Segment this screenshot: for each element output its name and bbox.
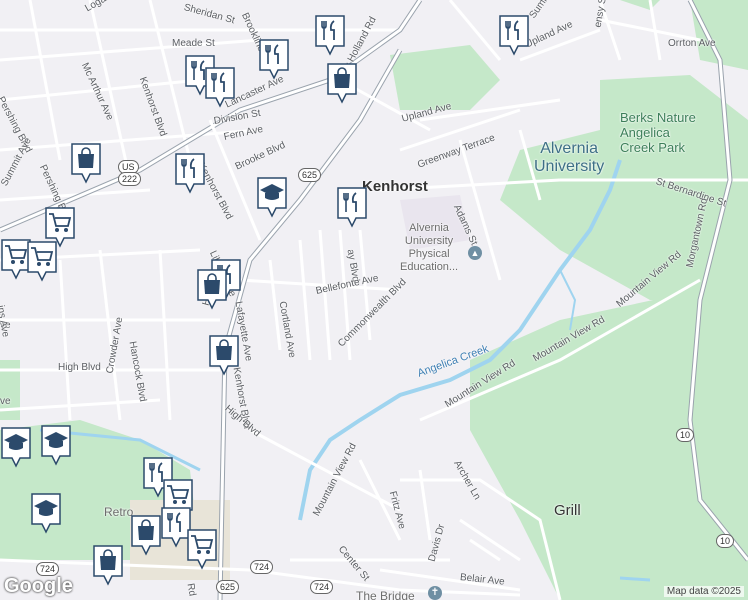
school-marker[interactable] bbox=[40, 424, 72, 466]
restaurant-marker[interactable] bbox=[498, 14, 530, 56]
school-marker[interactable] bbox=[0, 426, 32, 468]
route-625-shield-bottom: 625 bbox=[216, 580, 240, 594]
shopping-marker[interactable] bbox=[130, 514, 162, 556]
grill-label: Grill bbox=[554, 502, 581, 519]
kenhorst-place-label: Kenhorst bbox=[362, 178, 428, 195]
restaurant-marker[interactable] bbox=[314, 14, 346, 56]
route-222-shield: 222 bbox=[118, 172, 142, 186]
berks-nature-park-label: Berks Nature Angelica Creek Park bbox=[620, 110, 696, 155]
restaurant-marker[interactable] bbox=[204, 66, 236, 108]
high-blvd-west-label: High Blvd bbox=[58, 362, 101, 373]
restaurant-marker[interactable] bbox=[174, 152, 206, 194]
route-724-shield-left: 724 bbox=[36, 562, 60, 576]
school-marker[interactable] bbox=[256, 176, 288, 218]
orrton-ave-label: Orrton Ave bbox=[668, 38, 716, 49]
shopping-marker[interactable] bbox=[326, 62, 358, 104]
meade-st-label: Meade St bbox=[172, 38, 215, 49]
route-625-shield-top: 625 bbox=[298, 168, 322, 182]
restaurant-marker[interactable] bbox=[336, 186, 368, 228]
route-10-shield: 10 bbox=[676, 428, 695, 442]
church-landmark-icon: ✝ bbox=[428, 586, 442, 600]
google-logo: Google bbox=[4, 575, 73, 597]
route-10-shield-bottom: 10 bbox=[716, 534, 735, 548]
route-724-shield-mid: 724 bbox=[250, 560, 274, 574]
school-marker[interactable] bbox=[30, 492, 62, 534]
map-attribution[interactable]: Map data ©2025 bbox=[663, 586, 744, 597]
grocery-marker[interactable] bbox=[186, 528, 218, 570]
restaurant-marker[interactable] bbox=[258, 38, 290, 80]
ve-left2-label: ve bbox=[0, 396, 11, 407]
shopping-marker[interactable] bbox=[208, 334, 240, 376]
map-canvas[interactable]: Logan St Sheridan St Brookline Summit en… bbox=[0, 0, 748, 600]
shopping-marker[interactable] bbox=[196, 268, 228, 310]
alvernia-pe-label: Alvernia University Physical Education..… bbox=[400, 222, 459, 273]
grocery-marker[interactable] bbox=[26, 240, 58, 282]
shopping-marker[interactable] bbox=[92, 544, 124, 586]
rd-left-label: Rd bbox=[184, 582, 198, 598]
retro-label: Retro bbox=[104, 505, 134, 519]
shopping-marker[interactable] bbox=[70, 142, 102, 184]
route-724-shield-right: 724 bbox=[310, 580, 334, 594]
the-bridge-label: The Bridge bbox=[356, 589, 415, 600]
alvernia-university-label: Alvernia University bbox=[534, 140, 605, 175]
university-landmark-icon: ▲ bbox=[468, 246, 482, 260]
